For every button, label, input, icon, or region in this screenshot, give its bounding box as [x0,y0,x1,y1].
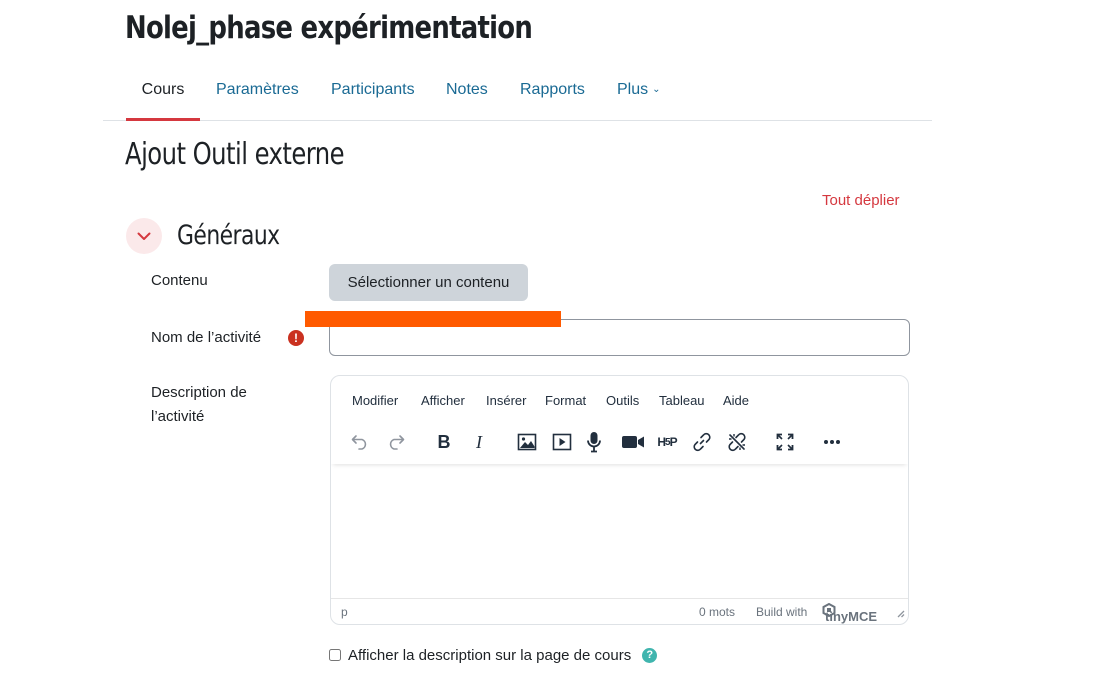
course-title: Nolej_phase expérimentation [125,10,533,46]
tab-label: Rapports [520,81,585,98]
resize-handle-icon[interactable] [896,607,905,621]
highlight-bar [305,311,561,327]
expand-all-link[interactable]: Tout déplier [822,192,900,209]
section-collapse-toggle[interactable] [126,218,162,254]
tab-notes[interactable]: Notes [446,70,488,121]
tab-participants[interactable]: Participants [331,70,415,121]
description-editor: Modifier Afficher Insérer Format Outils … [330,375,909,625]
h5p-icon[interactable]: H5P [652,428,682,456]
menu-aide[interactable]: Aide [723,390,749,412]
editor-toolbar: B I H5P [331,418,908,464]
tab-label: Cours [141,81,185,98]
editor-content-area[interactable] [331,464,908,598]
undo-icon[interactable] [346,428,374,456]
link-icon[interactable] [688,428,716,456]
activity-description-label: Description de l’activité [151,384,247,425]
italic-icon[interactable]: I [465,428,493,456]
show-description-checkbox[interactable] [329,649,341,661]
microphone-icon[interactable] [580,428,608,456]
tab-parametres[interactable]: Paramètres [216,70,299,121]
more-options-icon[interactable] [818,428,846,456]
image-icon[interactable] [513,428,541,456]
show-description-label[interactable]: Afficher la description sur la page de c… [348,647,631,664]
fullscreen-icon[interactable] [771,428,799,456]
tab-rapports[interactable]: Rapports [520,70,585,121]
chevron-down-icon [137,232,151,240]
bold-icon[interactable]: B [430,428,458,456]
tab-label: Notes [446,81,488,98]
help-icon[interactable]: ? [642,647,658,663]
media-icon[interactable] [548,428,576,456]
video-camera-icon[interactable] [618,428,648,456]
activity-name-label: Nom de l’activité [151,329,262,346]
menu-modifier[interactable]: Modifier [352,390,398,412]
content-label: Contenu [151,272,208,289]
course-nav: Cours Paramètres Participants Notes Rapp… [103,70,932,121]
unlink-icon[interactable] [723,428,751,456]
tab-plus[interactable]: Plus ⌄ [617,70,661,121]
menu-afficher[interactable]: Afficher [421,390,465,412]
menu-tableau[interactable]: Tableau [659,390,705,412]
chevron-down-icon: ⌄ [652,84,661,95]
editor-statusbar: p 0 mots Build with tinyMCE [331,598,908,624]
tab-cours[interactable]: Cours [126,70,200,121]
section-title: Généraux [177,220,280,251]
word-count: 0 mots [699,605,736,619]
menu-outils[interactable]: Outils [606,390,639,412]
tab-label: Plus [617,81,649,98]
select-content-button[interactable]: Sélectionner un contenu [329,264,528,301]
page-title: Ajout Outil externe [125,137,345,172]
redo-icon[interactable] [382,428,410,456]
show-description-row: Afficher la description sur la page de c… [329,645,658,665]
menu-inserer[interactable]: Insérer [486,390,526,412]
tinymce-logo[interactable]: tinyMCE [822,603,877,624]
required-icon: ! [288,330,304,346]
tab-label: Paramètres [216,81,299,98]
menu-format[interactable]: Format [545,390,586,412]
element-path[interactable]: p [341,605,348,619]
tab-label: Participants [331,81,415,98]
branding-text: Build with [756,605,808,619]
brand-name: tinyMCE [825,609,877,624]
